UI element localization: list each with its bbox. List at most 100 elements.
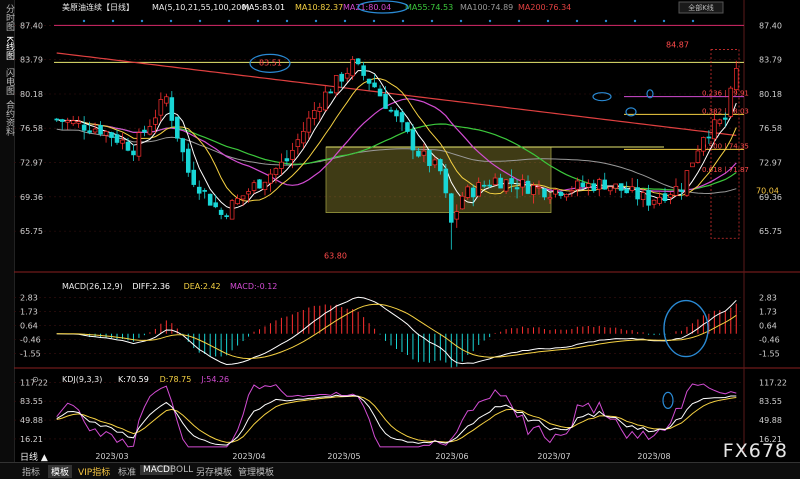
candle-body (301, 130, 306, 144)
candle-body (366, 78, 372, 84)
candle-body (224, 215, 229, 218)
candle-body (240, 195, 246, 200)
candle-body (394, 110, 399, 117)
signal-dot (662, 19, 666, 23)
signal-dot (314, 19, 318, 23)
candle-body (459, 195, 465, 210)
candle-body (618, 183, 624, 191)
candle-body (646, 189, 651, 206)
tab-vip[interactable]: VIP指标 (78, 465, 110, 478)
candle-body (322, 91, 328, 111)
annotation-low-label: 63.80 (324, 252, 347, 261)
candle-body (142, 129, 147, 133)
price-tick-label: 87.40 (759, 21, 782, 30)
candle-body (684, 170, 690, 196)
signal-dot (343, 19, 347, 23)
tab-indicator[interactable]: 指标 (22, 465, 40, 478)
candle-body (607, 186, 613, 192)
tab-timeshare[interactable]: 分时图 (0, 4, 14, 31)
price-left-tick-label: 83.79 (20, 56, 43, 65)
ma-value-1: MA10:82.37 (295, 3, 343, 12)
price-tick-label: 80.18 (759, 90, 782, 99)
chart-area[interactable]: 87.40 87.40 83.79 83.79 80.18 80.18 76.58 76.58… (14, 0, 800, 462)
tab-save-template[interactable]: 另存模板 (196, 465, 232, 478)
candle-body (547, 197, 553, 200)
sidebar: 分时图 K线图 闪电图 合约资料 (0, 0, 15, 478)
candle-body (514, 187, 520, 190)
candle-body (196, 186, 202, 194)
tab-boll[interactable]: BOLL (170, 465, 193, 475)
signal-dot (227, 19, 231, 23)
candle-body (728, 87, 734, 117)
ma-value-2: MA21:80.04 (343, 3, 391, 12)
candle-body (70, 120, 76, 125)
bottom-toolbar: 指标 模板 VIP指标 标准 MACD BOLL 另存模板 管理模板 (0, 462, 800, 479)
macd-left-tick-label: 0.64 (20, 321, 38, 330)
brand-logo: FX678 (722, 440, 788, 462)
candle-body (279, 161, 284, 169)
candle-body (114, 134, 120, 143)
macd-value-0: DIFF:2.36 (132, 282, 170, 291)
candle-body (536, 186, 542, 189)
instrument-title: 美原油连续【日线】 (62, 2, 134, 12)
candle-body (377, 88, 383, 97)
candle-body (613, 183, 618, 189)
signal-dot (633, 19, 637, 23)
candle-body (98, 124, 103, 135)
candle-body (180, 138, 186, 153)
candle-body (706, 136, 712, 139)
signal-dot (488, 19, 492, 23)
candle-body (701, 137, 706, 152)
candle-body (361, 65, 366, 76)
candle-body (629, 186, 635, 191)
signal-dot (169, 19, 173, 23)
macd-value-2: MACD:-0.12 (230, 282, 277, 291)
kdj-tick-label: 117.22 (759, 378, 787, 387)
price-left-tick-label: 80.18 (20, 90, 43, 99)
kdj-j-line (56, 383, 737, 448)
signal-dot (430, 19, 434, 23)
candle-body (372, 82, 377, 88)
signal-dot (256, 19, 260, 23)
candle-body (438, 159, 443, 172)
candle-body (235, 198, 240, 205)
tab-manage-template[interactable]: 管理模板 (238, 465, 274, 478)
candle-body (569, 190, 575, 193)
macd-left-tick-label: 1.73 (20, 307, 38, 316)
candle-body (427, 150, 432, 166)
annotation-peak-label: 84.87 (666, 40, 689, 49)
candle-body (596, 179, 602, 190)
period-row: 日线 ▲ (0, 450, 800, 463)
tab-standard[interactable]: 标准 (118, 465, 136, 478)
candle-body (153, 117, 158, 125)
candle-body (81, 124, 87, 131)
tab-kline[interactable]: K线图 (0, 36, 14, 60)
tab-template[interactable]: 模板 (48, 465, 73, 478)
kdj-left-tick-label: 83.55 (20, 397, 43, 406)
tab-contract-info[interactable]: 合约资料 (0, 100, 14, 136)
candle-body (257, 179, 262, 189)
candle-body (76, 121, 81, 124)
kdj-left-tick-label: 49.88 (20, 416, 43, 425)
ma-value-5: MA200:76.34 (518, 3, 571, 12)
candle-body (712, 119, 717, 140)
candle-body (262, 181, 268, 190)
candle-body (169, 97, 175, 121)
candle-body (668, 194, 673, 198)
candle-body (251, 182, 257, 191)
signal-dot (372, 19, 376, 23)
candle-body (575, 180, 580, 190)
tab-macd[interactable]: MACD (140, 465, 173, 475)
signal-dot (604, 19, 608, 23)
candle-body (136, 132, 142, 157)
signal-dot (140, 19, 144, 23)
price-left-tick-label: 76.58 (20, 124, 43, 133)
chart-svg[interactable]: 87.40 87.40 83.79 83.79 80.18 80.18 76.58 76.58… (14, 0, 800, 462)
tab-flash[interactable]: 闪电图 (0, 68, 14, 95)
signal-dot (691, 19, 695, 23)
price-left-tick-label: 65.75 (20, 227, 43, 236)
kdj-value-1: D:78.75 (160, 375, 192, 384)
candle-body (733, 68, 739, 91)
candle-body (416, 150, 421, 157)
candle-body (339, 73, 344, 82)
